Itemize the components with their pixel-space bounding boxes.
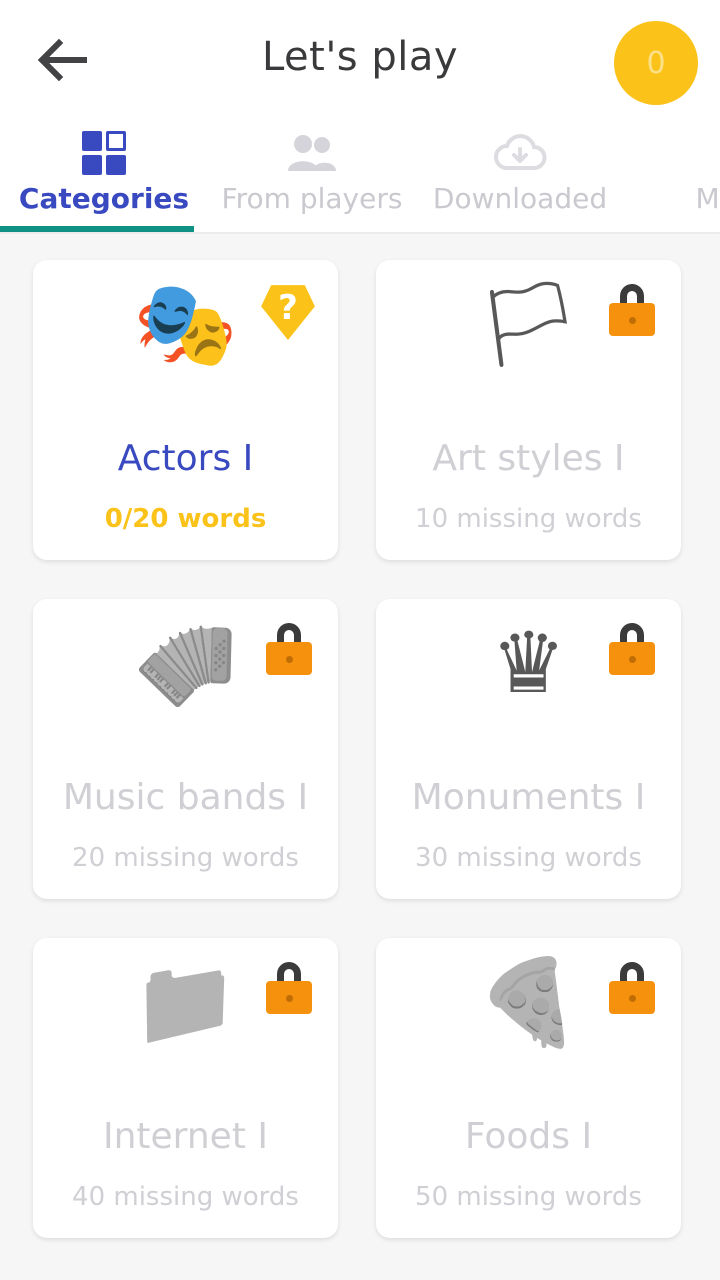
tab-my-categories[interactable]: My c bbox=[624, 124, 720, 232]
tab-label-from-players: From players bbox=[221, 182, 403, 215]
app-bar: Let's play 0 bbox=[0, 0, 720, 124]
category-card-foods[interactable]: 🍕 Foods I 50 missing words bbox=[376, 938, 681, 1238]
grid-icon bbox=[82, 130, 126, 176]
lets-play-screen: Let's play 0 Categories From players Dow… bbox=[0, 0, 720, 1280]
coin-badge[interactable]: 0 bbox=[614, 21, 698, 105]
category-title: Art styles I bbox=[432, 438, 625, 479]
category-title: Actors I bbox=[117, 438, 254, 479]
question-badge[interactable]: ? bbox=[260, 284, 316, 342]
category-card-monuments[interactable]: ♛ Monuments I 30 missing words bbox=[376, 599, 681, 899]
lock-keyhole bbox=[286, 656, 293, 663]
lock-icon bbox=[260, 623, 316, 681]
category-title: Monuments I bbox=[411, 777, 646, 818]
tab-label-my-categories: My c bbox=[695, 182, 720, 215]
cloud-download-icon bbox=[492, 130, 548, 176]
category-card-music-bands[interactable]: 🪗 Music bands I 20 missing words bbox=[33, 599, 338, 899]
category-title: Foods I bbox=[464, 1116, 593, 1157]
category-card-art-styles[interactable]: 🏳 Art styles I 10 missing words bbox=[376, 260, 681, 560]
coin-count: 0 bbox=[646, 45, 666, 81]
category-card-actors[interactable]: 🎭 ? Actors I 0/20 words bbox=[33, 260, 338, 560]
page-title: Let's play bbox=[261, 34, 459, 80]
category-missing-words: 30 missing words bbox=[415, 843, 642, 873]
lock-keyhole bbox=[629, 995, 636, 1002]
lock-icon bbox=[603, 284, 659, 342]
tab-categories[interactable]: Categories bbox=[0, 124, 208, 232]
category-missing-words: 10 missing words bbox=[415, 504, 642, 534]
question-mark-icon: ? bbox=[278, 288, 298, 328]
lock-icon bbox=[260, 962, 316, 1020]
lock-keyhole bbox=[629, 656, 636, 663]
tab-bar: Categories From players Downloaded M bbox=[0, 124, 720, 234]
category-progress: 0/20 words bbox=[104, 504, 267, 534]
lock-keyhole bbox=[286, 995, 293, 1002]
category-missing-words: 40 missing words bbox=[72, 1182, 299, 1212]
category-title: Internet I bbox=[102, 1116, 268, 1157]
lock-icon bbox=[603, 962, 659, 1020]
category-card-internet[interactable]: 📁 Internet I 40 missing words bbox=[33, 938, 338, 1238]
tab-from-players[interactable]: From players bbox=[208, 124, 416, 232]
lock-icon bbox=[603, 623, 659, 681]
people-icon bbox=[286, 130, 338, 176]
category-missing-words: 20 missing words bbox=[72, 843, 299, 873]
category-title: Music bands I bbox=[62, 777, 309, 818]
category-missing-words: 50 missing words bbox=[415, 1182, 642, 1212]
tab-downloaded[interactable]: Downloaded bbox=[416, 124, 624, 232]
tab-label-categories: Categories bbox=[18, 182, 190, 215]
category-grid: 🎭 ? Actors I 0/20 words 🏳 Art styles I 1… bbox=[0, 236, 720, 1238]
active-tab-indicator bbox=[0, 226, 194, 232]
tab-label-downloaded: Downloaded bbox=[432, 182, 608, 215]
lock-keyhole bbox=[629, 317, 636, 324]
